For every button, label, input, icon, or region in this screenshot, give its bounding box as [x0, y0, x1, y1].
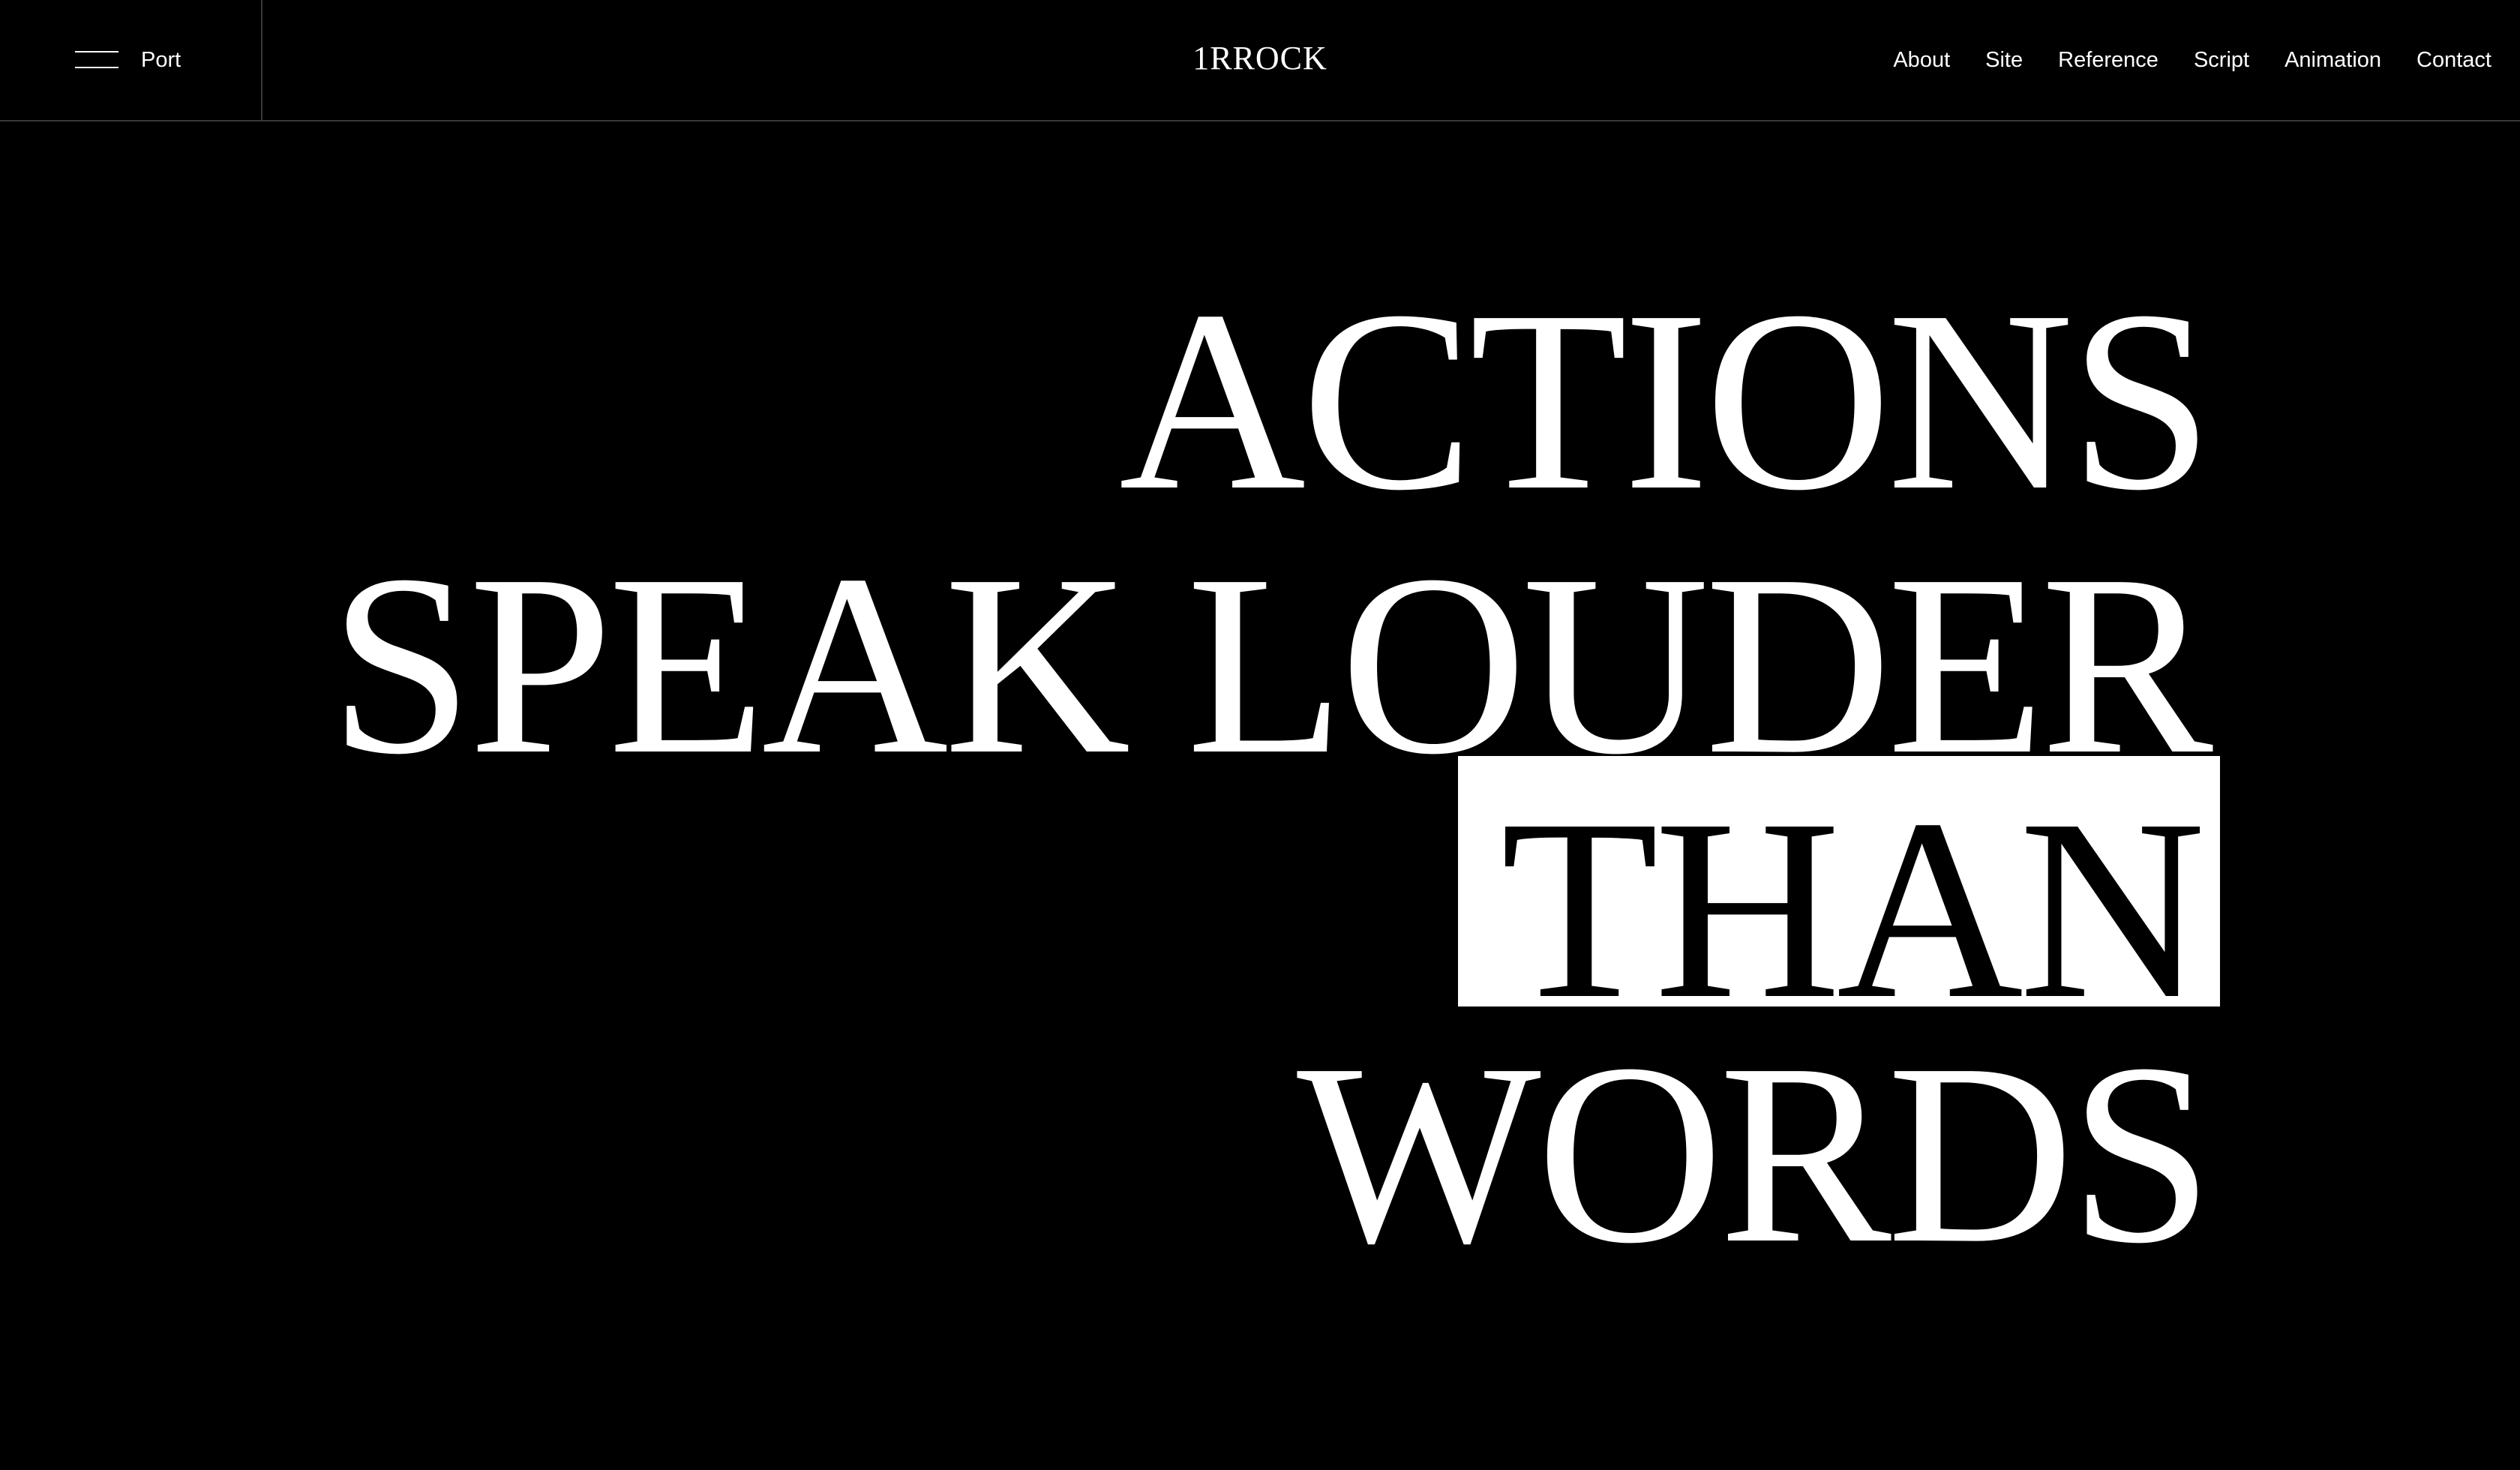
hero-line-than: THAN — [1500, 766, 2206, 1052]
site-logo[interactable]: 1RROCK — [1110, 36, 1410, 81]
menu-toggle[interactable]: Port — [0, 0, 262, 120]
nav-script[interactable]: Script — [2194, 45, 2249, 75]
menu-label[interactable]: Port — [141, 45, 181, 75]
nav-about[interactable]: About — [1893, 45, 1950, 75]
hero-line-actions: ACTIONS — [1118, 257, 2213, 544]
hero-line-words: WORDS — [1297, 1010, 2213, 1297]
hero-section: ACTIONS SPEAK LOUDER THAN WORDS — [0, 122, 2520, 1470]
site-header: Port 1RROCK About Site Reference Script … — [0, 0, 2520, 122]
nav-animation[interactable]: Animation — [2284, 45, 2381, 75]
nav-contact[interactable]: Contact — [2416, 45, 2492, 75]
hamburger-icon[interactable] — [75, 51, 118, 69]
nav-reference[interactable]: Reference — [2058, 45, 2158, 75]
main-nav: About Site Reference Script Animation Co… — [1893, 45, 2492, 75]
nav-site[interactable]: Site — [1985, 45, 2023, 75]
